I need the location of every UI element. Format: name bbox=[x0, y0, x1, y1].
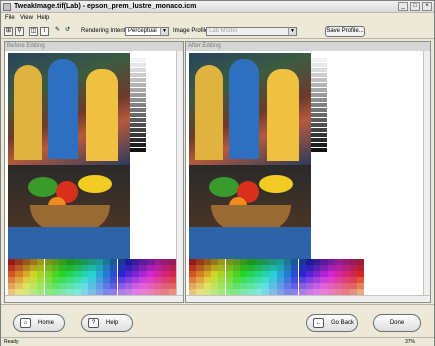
horizontal-scrollbar[interactable] bbox=[186, 295, 430, 302]
window-title: TweakImage.tif(Lab) - epson_prem_lustre_… bbox=[14, 3, 197, 10]
status-bar: Ready 37% bbox=[1, 337, 434, 346]
help-button[interactable]: ? Help bbox=[81, 314, 133, 332]
home-label: Home bbox=[38, 320, 55, 326]
status-text: Ready bbox=[4, 339, 19, 345]
done-button[interactable]: Done bbox=[373, 314, 421, 332]
tray-graphic bbox=[8, 227, 130, 259]
rendering-intent-value: Perceptual bbox=[128, 28, 157, 34]
rendering-intent-select[interactable]: Perceptual ▼ bbox=[125, 27, 169, 36]
toolbar: ⊞ ⚲ ◫ i ✎ ↺ Rendering Intent Perceptual … bbox=[1, 24, 434, 39]
bottom-bar: ⌂ Home ? Help ← Go Back Done bbox=[1, 304, 434, 337]
zoom-level: 37% bbox=[405, 339, 416, 345]
before-panel-title: Before Editing bbox=[5, 42, 183, 51]
info-icon[interactable]: i bbox=[40, 27, 49, 36]
image-profile-value: Lab Model bbox=[209, 28, 238, 34]
menu-help[interactable]: Help bbox=[37, 15, 49, 21]
eyedropper-icon[interactable]: ✎ bbox=[53, 27, 62, 36]
done-label: Done bbox=[389, 320, 405, 326]
maximize-button[interactable]: □ bbox=[410, 2, 420, 11]
home-button[interactable]: ⌂ Home bbox=[13, 314, 65, 332]
portrait-photo bbox=[189, 53, 311, 165]
fit-window-icon[interactable]: ⊞ bbox=[4, 27, 13, 36]
gray-ramp bbox=[311, 53, 327, 153]
save-profile-button[interactable]: Save Profile... bbox=[325, 26, 365, 37]
minimize-button[interactable]: _ bbox=[398, 2, 408, 11]
chevron-down-icon: ▼ bbox=[160, 28, 168, 35]
gray-ramp bbox=[130, 53, 146, 153]
gray-step bbox=[311, 148, 327, 153]
back-arrow-icon: ← bbox=[313, 318, 324, 328]
before-editing-panel: Before Editing bbox=[4, 41, 184, 303]
question-icon: ? bbox=[88, 318, 99, 328]
menu-view[interactable]: View bbox=[20, 15, 33, 21]
go-back-button[interactable]: ← Go Back bbox=[306, 314, 358, 332]
menu-bar: File View Help bbox=[1, 13, 434, 24]
chevron-down-icon: ▼ bbox=[288, 28, 296, 35]
zoom-icon[interactable]: ⚲ bbox=[15, 27, 24, 36]
image-profile-select: Lab Model ▼ bbox=[206, 27, 297, 36]
gray-step bbox=[130, 148, 146, 153]
portrait-photo bbox=[8, 53, 130, 165]
tray-graphic bbox=[189, 227, 311, 259]
title-bar: TweakImage.tif(Lab) - epson_prem_lustre_… bbox=[1, 1, 434, 13]
split-view-icon[interactable]: ◫ bbox=[29, 27, 38, 36]
help-label: Help bbox=[106, 320, 119, 326]
image-profile-label: Image Profile: bbox=[173, 28, 211, 34]
app-window: TweakImage.tif(Lab) - epson_prem_lustre_… bbox=[0, 0, 435, 346]
horizontal-scrollbar[interactable] bbox=[5, 295, 183, 302]
rendering-intent-label: Rendering Intent bbox=[81, 28, 126, 34]
after-panel-title: After Editing bbox=[186, 42, 430, 51]
close-button[interactable]: × bbox=[422, 2, 432, 11]
home-icon: ⌂ bbox=[20, 318, 31, 328]
adjust-icon[interactable]: ↺ bbox=[63, 27, 72, 36]
after-editing-panel: After Editing bbox=[185, 41, 431, 303]
app-icon bbox=[3, 3, 11, 11]
go-back-label: Go Back bbox=[331, 320, 355, 326]
vertical-scrollbar[interactable] bbox=[423, 51, 430, 297]
vertical-scrollbar[interactable] bbox=[176, 51, 183, 297]
menu-file[interactable]: File bbox=[5, 15, 15, 21]
